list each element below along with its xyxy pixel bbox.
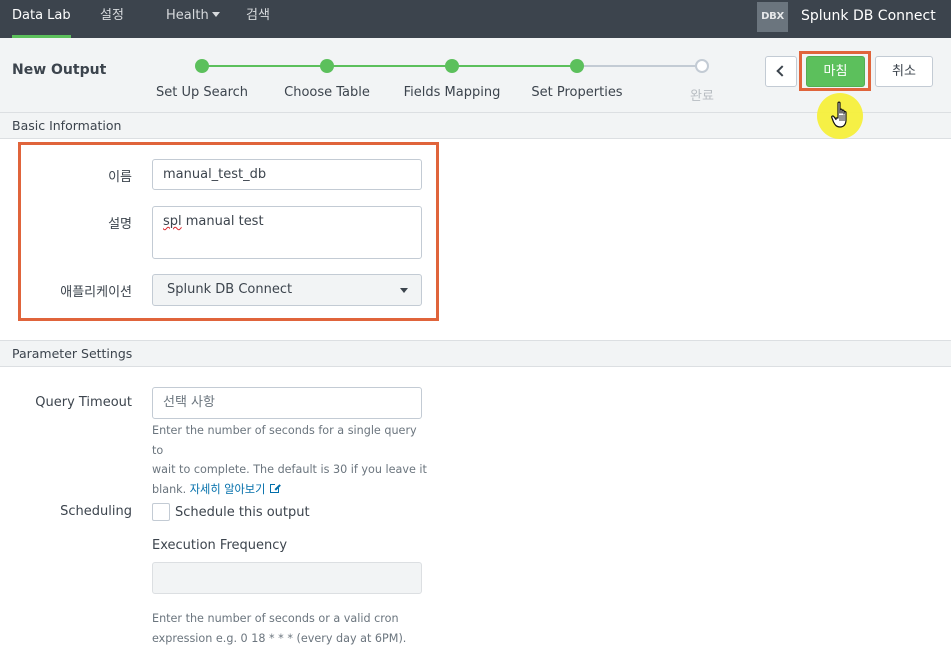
schedule-output-label: Schedule this output — [175, 505, 310, 520]
section-header-basic-information: Basic Information — [0, 112, 951, 139]
progress-line-complete — [202, 65, 577, 67]
step-dot-fields-mapping — [445, 59, 459, 73]
step-label-set-up-search: Set Up Search — [155, 85, 249, 100]
execution-frequency-input[interactable] — [152, 562, 422, 594]
schedule-output-checkbox[interactable] — [152, 503, 170, 521]
help-line: expression e.g. 0 18 * * * (every day at… — [152, 631, 407, 645]
step-label-complete: 완료 — [690, 89, 714, 104]
help-line: blank. 자세히 알아보기 — [152, 480, 427, 500]
scheduling-label: Scheduling — [60, 504, 132, 519]
external-link-icon — [270, 482, 281, 493]
top-nav: Data Lab 설정 Health 검색 DBX Splunk DB Conn… — [0, 0, 951, 38]
wizard-header: New Output Set Up Search Choose Table Fi… — [0, 38, 951, 112]
step-label-choose-table: Choose Table — [284, 85, 370, 100]
step-dot-set-up-search — [195, 59, 209, 73]
step-dot-set-properties — [570, 59, 584, 73]
hand-cursor-icon — [831, 101, 847, 128]
query-timeout-input[interactable]: 선택 사항 — [152, 387, 422, 419]
section-header-parameter-settings: Parameter Settings — [0, 340, 951, 367]
caret-down-icon — [211, 12, 220, 17]
help-line: Enter the number of seconds for a single… — [152, 424, 417, 457]
help-line: Enter the number of seconds or a valid c… — [152, 612, 399, 625]
app-name: Splunk DB Connect — [801, 8, 936, 24]
step-label-set-properties: Set Properties — [531, 85, 623, 100]
dbx-logo: DBX — [757, 2, 788, 32]
help-text: blank. — [152, 482, 187, 496]
step-dot-complete — [695, 59, 709, 73]
nav-item-settings[interactable]: 설정 — [100, 0, 124, 38]
nav-item-search[interactable]: 검색 — [246, 0, 270, 38]
learn-more-link[interactable]: 자세히 알아보기 — [189, 482, 281, 496]
execution-frequency-label: Execution Frequency — [152, 538, 288, 553]
page-title: New Output — [12, 62, 107, 78]
step-label-fields-mapping: Fields Mapping — [403, 85, 501, 100]
chevron-left-icon — [776, 65, 788, 77]
cancel-button[interactable]: 취소 — [875, 56, 933, 87]
query-timeout-label: Query Timeout — [35, 395, 132, 410]
execution-frequency-help: Enter the number of seconds or a valid c… — [152, 609, 427, 648]
finish-button[interactable]: 마침 — [806, 56, 865, 87]
query-timeout-help: Enter the number of seconds for a single… — [152, 421, 427, 499]
nav-item-health[interactable]: Health — [166, 0, 220, 38]
help-line: wait to complete. The default is 30 if y… — [152, 463, 427, 476]
nav-item-data-lab[interactable]: Data Lab — [12, 0, 71, 38]
back-button[interactable] — [765, 56, 797, 87]
basic-info-highlight-box — [18, 142, 439, 321]
step-dot-choose-table — [320, 59, 334, 73]
learn-more-label: 자세히 알아보기 — [189, 482, 266, 496]
progress-line-pending — [577, 65, 702, 67]
nav-item-health-label: Health — [166, 8, 209, 23]
